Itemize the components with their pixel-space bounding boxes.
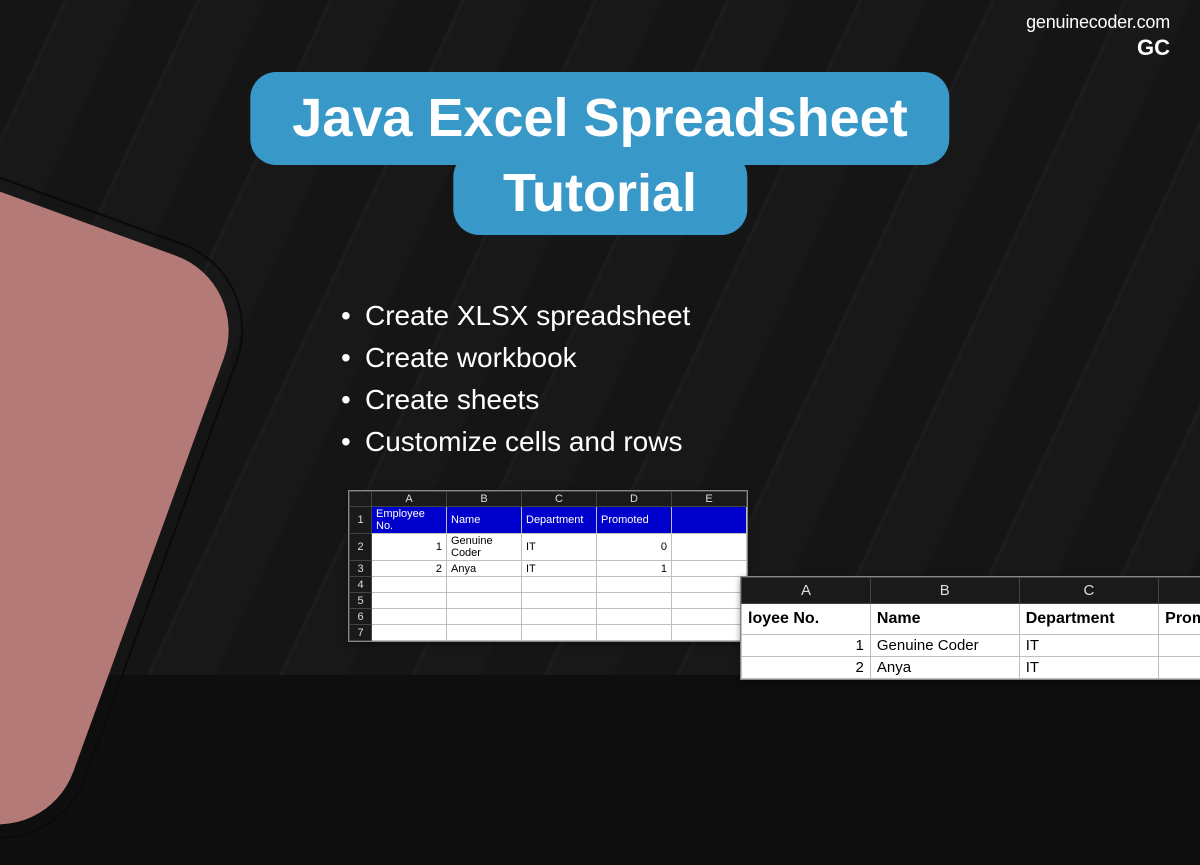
- table-row: 3 2 Anya IT 1: [350, 561, 747, 577]
- bullet-item: Create XLSX spreadsheet: [335, 295, 690, 337]
- bullet-item: Create workbook: [335, 337, 690, 379]
- cell: IT: [1019, 635, 1158, 657]
- table-header-row: 1 Employee No. Name Department Promoted: [350, 507, 747, 534]
- col-header: B: [870, 578, 1019, 604]
- col-header: C: [522, 492, 597, 507]
- cell: 1: [742, 635, 871, 657]
- cell: 0: [1159, 635, 1200, 657]
- cell: 2: [372, 561, 447, 577]
- table-row: 5: [350, 593, 747, 609]
- table-header-row: loyee No. Name Department Promoted: [742, 604, 1200, 635]
- cell: 2: [742, 657, 871, 679]
- header-cell: [672, 507, 747, 534]
- header-cell: Promoted: [1159, 604, 1200, 635]
- col-header: C: [1019, 578, 1158, 604]
- title-block: Java Excel Spreadsheet Tutorial: [250, 72, 949, 229]
- table-row: 7: [350, 625, 747, 641]
- cell: [672, 534, 747, 561]
- cell: Anya: [447, 561, 522, 577]
- col-header: A: [372, 492, 447, 507]
- spreadsheet-preview-large: A B C D loyee No. Name Department Promot…: [740, 576, 1200, 680]
- cell: Genuine Coder: [870, 635, 1019, 657]
- feature-list: Create XLSX spreadsheet Create workbook …: [335, 295, 690, 463]
- header-cell: Department: [1019, 604, 1158, 635]
- cell: 1: [597, 561, 672, 577]
- spreadsheet-preview-small: A B C D E 1 Employee No. Name Department…: [348, 490, 748, 642]
- cell: IT: [1019, 657, 1158, 679]
- header-cell: Employee No.: [372, 507, 447, 534]
- cell: IT: [522, 534, 597, 561]
- cell: Anya: [870, 657, 1019, 679]
- site-logo: GC: [1026, 35, 1170, 61]
- col-header: D: [597, 492, 672, 507]
- table-row: 2 Anya IT 1: [742, 657, 1200, 679]
- bullet-item: Customize cells and rows: [335, 421, 690, 463]
- col-header: D: [1159, 578, 1200, 604]
- table-row: 2 1 Genuine Coder IT 0: [350, 534, 747, 561]
- cell: 1: [372, 534, 447, 561]
- bullet-item: Create sheets: [335, 379, 690, 421]
- cell: [672, 561, 747, 577]
- col-header: B: [447, 492, 522, 507]
- header-cell: Name: [870, 604, 1019, 635]
- site-url: genuinecoder.com: [1026, 12, 1170, 33]
- cell: IT: [522, 561, 597, 577]
- brand-header: genuinecoder.com GC: [1026, 12, 1170, 61]
- header-cell: Promoted: [597, 507, 672, 534]
- cell: 1: [1159, 657, 1200, 679]
- table-row: 4: [350, 577, 747, 593]
- cell: 0: [597, 534, 672, 561]
- header-cell: Department: [522, 507, 597, 534]
- table-row: 1 Genuine Coder IT 0: [742, 635, 1200, 657]
- table-row: 6: [350, 609, 747, 625]
- col-header: A: [742, 578, 871, 604]
- title-connector: [550, 151, 650, 173]
- sheet-corner: [350, 492, 372, 507]
- cell: Genuine Coder: [447, 534, 522, 561]
- header-cell: loyee No.: [742, 604, 871, 635]
- header-cell: Name: [447, 507, 522, 534]
- col-header: E: [672, 492, 747, 507]
